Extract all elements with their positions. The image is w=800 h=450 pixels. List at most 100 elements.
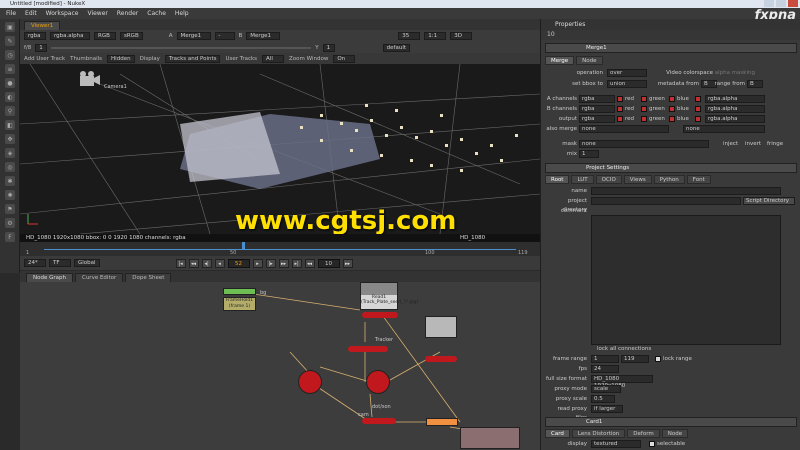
menu-help[interactable]: Help [175, 10, 189, 17]
selectable-check[interactable] [649, 441, 655, 447]
merge1-node[interactable] [426, 418, 458, 426]
prev-frame-icon[interactable]: ◂| [201, 258, 212, 268]
name-field[interactable] [591, 187, 781, 195]
out-red-check[interactable] [617, 116, 623, 122]
timeline-ruler[interactable] [44, 244, 516, 250]
view-mode-select[interactable]: 3D [450, 32, 473, 40]
timeline[interactable]: 1 50 100 119 [20, 242, 540, 256]
image-tool-icon[interactable]: ▣ [5, 22, 15, 32]
card-node[interactable] [425, 356, 457, 362]
tab-views[interactable]: Views [623, 175, 652, 184]
b-channels-select[interactable]: rgba [579, 105, 615, 113]
channels-select[interactable]: rgba [24, 32, 46, 40]
proxy-mode-select[interactable]: scale [591, 385, 621, 393]
current-frame-field[interactable]: 52 [227, 258, 250, 268]
camera-node[interactable] [362, 418, 396, 424]
zoom-select[interactable]: 35 [398, 32, 421, 40]
out-alpha-check[interactable] [695, 116, 701, 122]
user-tracks-select[interactable]: All [262, 54, 285, 63]
play-backward-icon[interactable]: ◂ [214, 258, 225, 268]
frame-start-field[interactable]: 1 [591, 355, 619, 363]
tab-node-graph[interactable]: Node Graph [26, 273, 73, 282]
metadata-tool-icon[interactable]: ✱ [5, 176, 15, 186]
layer-select[interactable]: rgba.alpha [50, 32, 90, 40]
node-graph-canvas[interactable]: FrameHold1 (frame 1) bg Read1 (Track_Pla… [20, 282, 540, 450]
playhead[interactable] [242, 242, 245, 250]
also-merge-select[interactable]: none [579, 125, 669, 133]
merge-scene-node[interactable] [366, 370, 390, 394]
other-tool-icon[interactable]: ⚙ [5, 218, 15, 228]
scene-node[interactable] [298, 370, 322, 394]
channel-tool-icon[interactable]: ≡ [5, 64, 15, 74]
step-field[interactable]: 10 [317, 258, 340, 268]
transform-tool-icon[interactable]: ✥ [5, 134, 15, 144]
read-output-node[interactable] [362, 312, 398, 318]
display-select[interactable]: textured [591, 440, 641, 448]
a-input-select[interactable]: Merge1 [176, 32, 211, 40]
a-blue-check[interactable] [669, 96, 675, 102]
fps-select[interactable]: 24* [24, 259, 46, 267]
tab-lut[interactable]: LUT [571, 175, 594, 184]
menu-cache[interactable]: Cache [147, 10, 166, 17]
b-input-select[interactable]: Merge1 [246, 32, 281, 40]
tab-viewer1[interactable]: Viewer1 [24, 21, 61, 30]
minimize-icon[interactable] [764, 0, 774, 7]
framehold-node[interactable]: FrameHold1 (frame 1) [223, 297, 256, 311]
proxy-scale-field[interactable]: 0.5 [591, 395, 615, 403]
setbbox-select[interactable]: union [607, 80, 647, 88]
a-alpha-check[interactable] [695, 96, 701, 102]
a-green-check[interactable] [641, 96, 647, 102]
inject-label[interactable]: inject [723, 140, 738, 149]
script-directory-button[interactable]: Script Directory [743, 197, 795, 205]
framehold-top-node[interactable] [223, 288, 256, 295]
menu-edit[interactable]: Edit [25, 10, 37, 17]
toolsets-tool-icon[interactable]: ⚑ [5, 204, 15, 214]
project-dir-field[interactable] [591, 197, 741, 205]
a-alpha-select[interactable]: rgba.alpha [705, 95, 765, 103]
lock-range-check[interactable] [655, 356, 661, 362]
out-alpha-select[interactable]: rgba.alpha [705, 115, 765, 123]
particles-tool-icon[interactable]: ✺ [5, 190, 15, 200]
menu-render[interactable]: Render [117, 10, 138, 17]
b-alpha-select[interactable]: rgba.alpha [705, 105, 765, 113]
wipe-op-select[interactable]: - [214, 32, 235, 40]
tab-card[interactable]: Card [545, 429, 570, 438]
display-select[interactable]: Tracks and Points [164, 54, 221, 63]
b-blue-check[interactable] [669, 106, 675, 112]
menu-viewer[interactable]: Viewer [87, 10, 107, 17]
menu-file[interactable]: File [6, 10, 16, 17]
max-panels-field[interactable]: 10 [547, 31, 555, 38]
keyer-tool-icon[interactable]: ⚲ [5, 106, 15, 116]
tab-root[interactable]: Root [545, 175, 570, 184]
tab-ocio[interactable]: OCIO [595, 175, 622, 184]
color-tool-icon[interactable]: ● [5, 78, 15, 88]
filter-tool-icon[interactable]: ◐ [5, 92, 15, 102]
input-process-select[interactable]: default [382, 43, 411, 52]
b-green-check[interactable] [641, 106, 647, 112]
viewer-node[interactable] [460, 427, 520, 449]
mix-field[interactable]: 1 [579, 150, 599, 158]
maximize-icon[interactable] [776, 0, 786, 7]
merge-tool-icon[interactable]: ◧ [5, 120, 15, 130]
format-select[interactable]: HD_1080 1920x1080 [591, 375, 653, 389]
menu-workspace[interactable]: Workspace [46, 10, 79, 17]
mask-select[interactable]: none [579, 140, 709, 148]
tab-dope-sheet[interactable]: Dope Sheet [125, 273, 172, 282]
skip-back-icon[interactable]: ◂◂ [304, 258, 315, 268]
next-frame-icon[interactable]: |▸ [265, 258, 276, 268]
play-forward-icon[interactable]: ▸ [252, 258, 263, 268]
viewer-lut-select[interactable]: sRGB [120, 32, 143, 40]
close-icon[interactable] [788, 0, 798, 7]
fps-field[interactable]: 24 [591, 365, 619, 373]
display-colorspace-select[interactable]: RGB [94, 32, 116, 40]
range-select[interactable]: Global [74, 259, 100, 267]
project-settings-header[interactable]: Project Settings [545, 163, 797, 173]
next-key-icon[interactable]: ▸▸ [278, 258, 289, 268]
tab-node[interactable]: Node [576, 56, 603, 65]
thumbnails-select[interactable]: Hidden [107, 54, 135, 63]
draw-tool-icon[interactable]: ✎ [5, 36, 15, 46]
last-frame-icon[interactable]: ▸| [291, 258, 302, 268]
card1-panel-header[interactable]: Card1 [545, 417, 797, 427]
read-node[interactable]: Read1 (Track_Plate_seed_??.jpg) [360, 282, 418, 310]
tab-lens-distortion[interactable]: Lens Distortion [571, 429, 626, 438]
